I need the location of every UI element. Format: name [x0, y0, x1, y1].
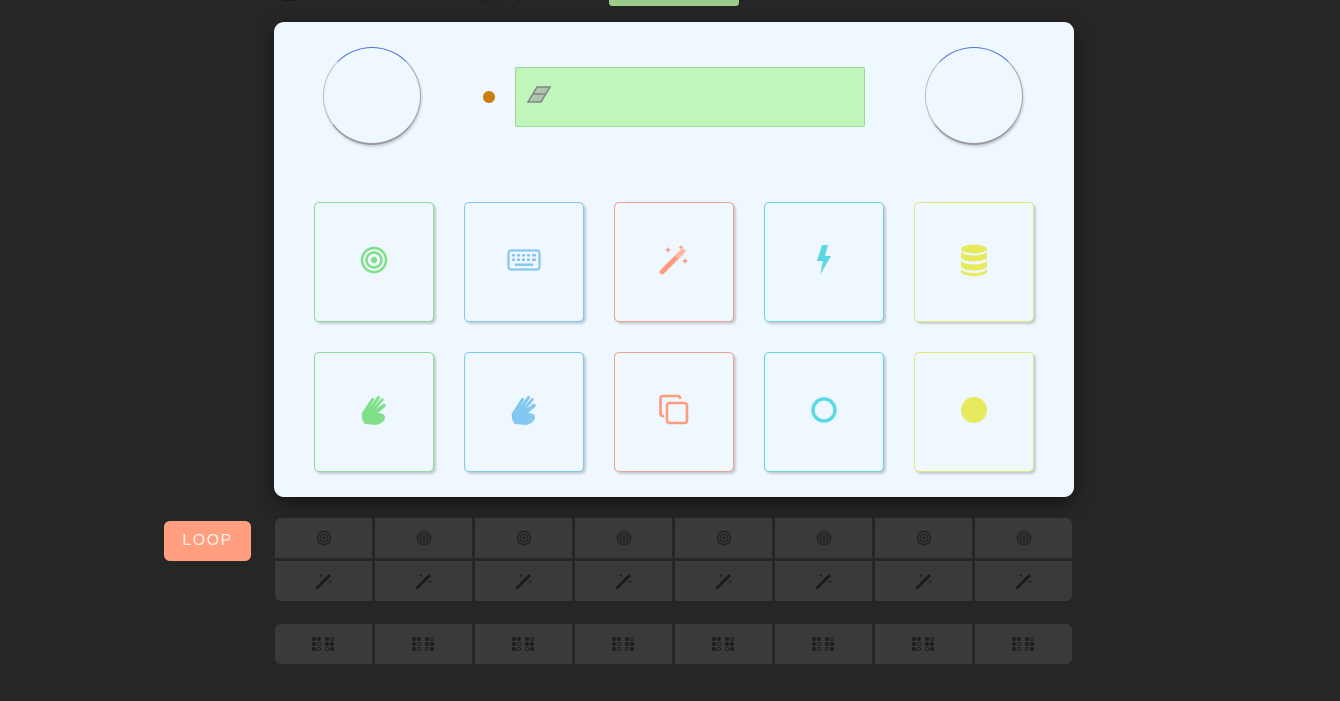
pad-sign-language-blue[interactable] [464, 352, 584, 472]
pad-copy[interactable] [614, 352, 734, 472]
step-braille-8[interactable] [975, 624, 1072, 664]
braille-icon [811, 636, 837, 652]
pad-circle-filled[interactable] [914, 352, 1034, 472]
magic-wand-icon [515, 572, 533, 590]
pad-lightning[interactable] [764, 202, 884, 322]
database-icon [960, 244, 988, 281]
pad-target[interactable] [314, 202, 434, 322]
magic-wand-icon [315, 572, 333, 590]
step-magic-wand-5[interactable] [675, 561, 772, 601]
target-icon [316, 530, 332, 546]
circle-outline-icon [810, 396, 838, 429]
target-icon [416, 530, 432, 546]
sequencer-row-magic-wand [275, 561, 1072, 601]
magic-wand-icon [715, 572, 733, 590]
right-knob[interactable] [925, 47, 1023, 145]
status-indicator-dot [483, 91, 495, 103]
target-icon [616, 530, 632, 546]
loop-button[interactable]: LOOP [164, 521, 251, 561]
magic-wand-icon [415, 572, 433, 590]
magic-wand-icon [915, 572, 933, 590]
sequencer-row-braille [275, 624, 1072, 664]
step-target-5[interactable] [675, 518, 772, 558]
step-braille-5[interactable] [675, 624, 772, 664]
target-icon [916, 530, 932, 546]
target-icon [516, 530, 532, 546]
step-magic-wand-3[interactable] [475, 561, 572, 601]
copy-icon [658, 394, 690, 431]
sequencer-row-target [275, 518, 1072, 558]
braille-icon [711, 636, 737, 652]
magic-wand-icon [1015, 572, 1033, 590]
device-panel [274, 22, 1074, 497]
step-magic-wand-1[interactable] [275, 561, 372, 601]
step-magic-wand-4[interactable] [575, 561, 672, 601]
braille-icon [611, 636, 637, 652]
left-knob[interactable] [323, 47, 421, 145]
pad-magic-wand[interactable] [614, 202, 734, 322]
step-braille-7[interactable] [875, 624, 972, 664]
step-braille-3[interactable] [475, 624, 572, 664]
step-target-1[interactable] [275, 518, 372, 558]
target-icon [816, 530, 832, 546]
lcd-display [515, 67, 865, 127]
step-target-8[interactable] [975, 518, 1072, 558]
step-braille-1[interactable] [275, 624, 372, 664]
step-target-2[interactable] [375, 518, 472, 558]
braille-icon [411, 636, 437, 652]
step-braille-2[interactable] [375, 624, 472, 664]
target-icon [1016, 530, 1032, 546]
magic-wand-icon [658, 244, 690, 281]
magic-wand-icon [815, 572, 833, 590]
step-target-4[interactable] [575, 518, 672, 558]
step-magic-wand-8[interactable] [975, 561, 1072, 601]
header-partial-bar [609, 0, 739, 6]
sign-language-icon [359, 394, 389, 431]
step-magic-wand-6[interactable] [775, 561, 872, 601]
step-magic-wand-2[interactable] [375, 561, 472, 601]
circle-filled-icon [960, 396, 988, 429]
target-icon [360, 246, 388, 279]
step-braille-6[interactable] [775, 624, 872, 664]
step-braille-4[interactable] [575, 624, 672, 664]
header-partial-text: D /A [275, 0, 555, 8]
sign-language-icon [509, 394, 539, 431]
step-target-6[interactable] [775, 518, 872, 558]
pad-circle-outline[interactable] [764, 352, 884, 472]
keyboard-icon [507, 248, 541, 277]
target-icon [716, 530, 732, 546]
braille-icon [911, 636, 937, 652]
eraser-icon[interactable] [526, 85, 552, 110]
lightning-bolt-icon [814, 244, 834, 281]
braille-icon [1011, 636, 1037, 652]
pad-sign-language-green[interactable] [314, 352, 434, 472]
step-magic-wand-7[interactable] [875, 561, 972, 601]
step-target-3[interactable] [475, 518, 572, 558]
braille-icon [311, 636, 337, 652]
pad-keyboard[interactable] [464, 202, 584, 322]
step-target-7[interactable] [875, 518, 972, 558]
pad-database[interactable] [914, 202, 1034, 322]
braille-icon [511, 636, 537, 652]
magic-wand-icon [615, 572, 633, 590]
